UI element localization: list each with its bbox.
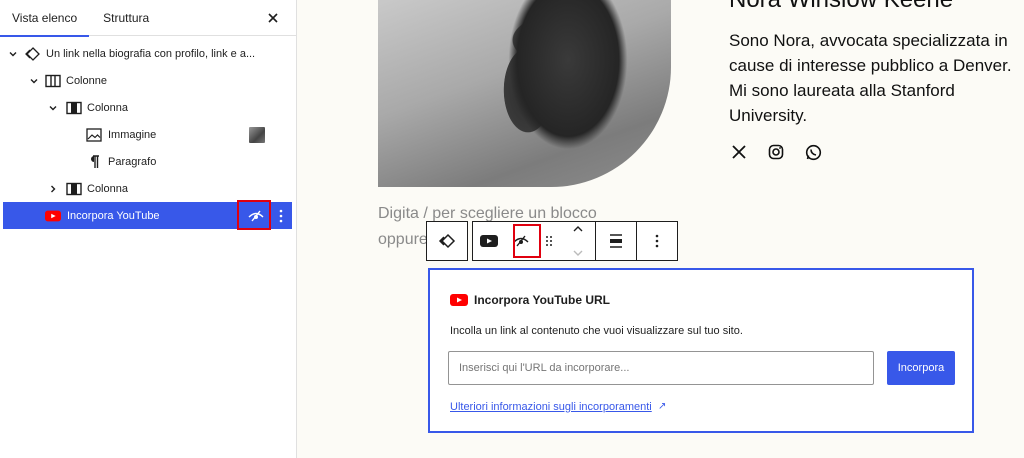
external-link-icon: ↗ [658,401,667,412]
chevron-right-icon[interactable] [48,184,58,194]
more-options-icon[interactable] [275,206,287,226]
block-toolbar [426,221,678,261]
list-item-label: Un link nella biografia con profilo, lin… [46,47,256,60]
embed-title: Incorpora YouTube URL [474,293,611,307]
list-item-label: Colonna [87,101,128,114]
column-icon [66,100,82,116]
chevron-up-icon[interactable] [573,220,583,238]
youtube-block-icon[interactable] [473,222,505,260]
profile-image[interactable] [378,0,671,187]
columns-icon [45,73,61,89]
column-icon [66,181,82,197]
list-item-label: Colonna [87,182,128,195]
list-item-label: Immagine [108,128,157,141]
block-appender-placeholder-2[interactable]: oppure [378,231,428,249]
image-icon [86,127,102,143]
embed-description: Incolla un link al contenuto che vuoi vi… [450,325,743,337]
list-item[interactable]: Colonna [0,175,292,202]
image-thumbnail [249,127,265,143]
toolbar-align-group [595,221,637,261]
tab-list-view[interactable]: Vista elenco [0,0,90,37]
youtube-icon [450,294,468,306]
x-icon[interactable] [729,142,749,162]
move-arrows [561,222,595,260]
toolbar-more-group [636,221,678,261]
list-view-sidebar: Vista elenco Struttura Un link nella bio… [0,0,297,458]
list-item-label: Incorpora YouTube [67,209,160,222]
chevron-down-icon[interactable] [573,244,583,262]
list-item[interactable]: Colonna [0,94,292,121]
instagram-icon[interactable] [766,142,786,162]
pattern-diamond-icon [25,46,41,62]
list-item-label: Colonne [66,74,107,87]
embed-header: Incorpora YouTube URL [450,293,610,307]
embed-url-input[interactable] [448,351,874,385]
select-parent-icon[interactable] [427,222,467,260]
list-item-label: Paragrafo [108,155,157,168]
chevron-down-icon[interactable] [48,103,58,113]
align-icon[interactable] [596,222,636,260]
embed-submit-button[interactable]: Incorpora [887,351,955,385]
youtube-embed-placeholder: Incorpora YouTube URL Incolla un link al… [428,268,974,433]
highlight-box [513,224,541,258]
whatsapp-icon[interactable] [803,142,823,162]
list-item[interactable]: Un link nella biografia con profilo, lin… [0,40,292,67]
editor-canvas: Nora Winslow Keene Sono Nora, avvocata s… [297,0,1024,458]
list-item[interactable]: Paragrafo [0,148,292,175]
highlight-box [237,200,271,230]
tab-outline[interactable]: Struttura [89,0,161,36]
close-icon[interactable] [264,9,282,27]
profile-name: Nora Winslow Keene [729,0,953,14]
paragraph-icon [86,154,102,170]
list-item[interactable]: Immagine [0,121,292,148]
profile-bio: Sono Nora, avvocata specializzata in cau… [729,31,1012,125]
chevron-down-icon[interactable] [29,76,39,86]
youtube-icon [45,208,61,224]
list-item[interactable]: Colonne [0,67,292,94]
toolbar-parent-group [426,221,468,261]
learn-more-link[interactable]: Ulteriori informazioni sugli incorporame… [450,401,652,413]
more-options-icon[interactable] [637,222,677,260]
sidebar-tabs: Vista elenco Struttura [0,0,296,37]
chevron-down-icon[interactable] [8,49,18,59]
